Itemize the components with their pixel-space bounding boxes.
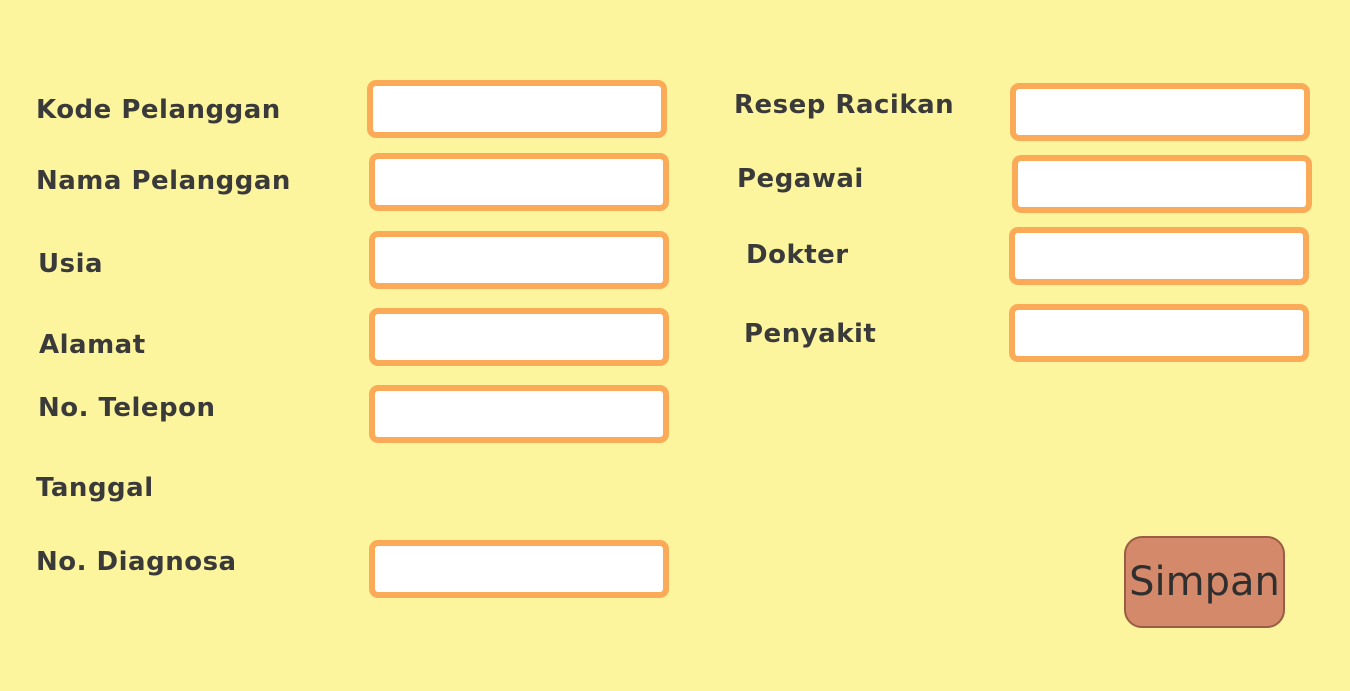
nama-pelanggan-input[interactable]: [369, 153, 669, 211]
no-diagnosa-input[interactable]: [369, 540, 669, 598]
alamat-input[interactable]: [369, 308, 669, 366]
no-diagnosa-label: No. Diagnosa: [36, 547, 237, 577]
kode-pelanggan-label: Kode Pelanggan: [36, 95, 281, 125]
simpan-button[interactable]: Simpan: [1124, 536, 1285, 628]
dokter-label: Dokter: [746, 240, 849, 270]
usia-input[interactable]: [369, 231, 669, 289]
pegawai-label: Pegawai: [737, 164, 864, 194]
penyakit-label: Penyakit: [744, 319, 877, 349]
tanggal-label: Tanggal: [36, 473, 154, 503]
nama-pelanggan-label: Nama Pelanggan: [36, 166, 291, 196]
no-telepon-label: No. Telepon: [38, 393, 216, 423]
kode-pelanggan-input[interactable]: [367, 80, 667, 138]
resep-racikan-label: Resep Racikan: [734, 90, 955, 120]
customer-form: Kode Pelanggan Nama Pelanggan Usia Alama…: [0, 0, 1350, 691]
simpan-button-label: Simpan: [1129, 559, 1280, 605]
no-telepon-input[interactable]: [369, 385, 669, 443]
alamat-label: Alamat: [39, 330, 146, 360]
penyakit-input[interactable]: [1009, 304, 1309, 362]
pegawai-input[interactable]: [1012, 155, 1312, 213]
dokter-input[interactable]: [1009, 227, 1309, 285]
usia-label: Usia: [38, 249, 104, 279]
resep-racikan-input[interactable]: [1010, 83, 1310, 141]
